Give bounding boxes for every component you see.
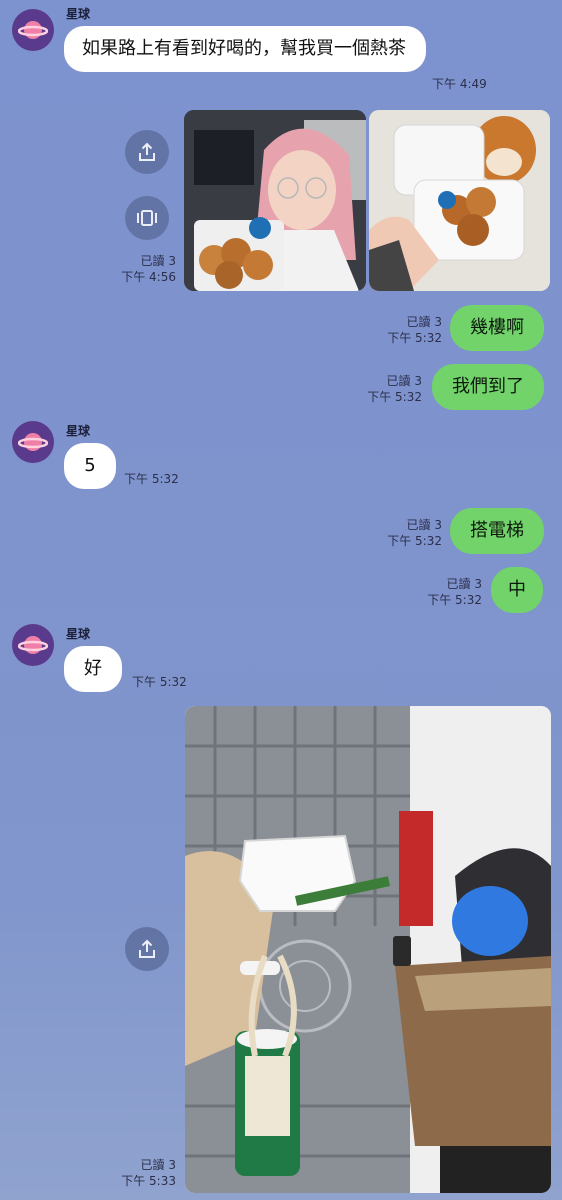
planet-icon (18, 636, 48, 654)
read-receipt: 已讀 3 (406, 518, 442, 532)
share-button[interactable] (125, 130, 169, 174)
album-icon (137, 210, 157, 226)
message-time: 下午 5:33 (121, 1174, 176, 1188)
incoming-message-bubble[interactable]: 5 (64, 443, 116, 489)
incoming-message-bubble[interactable]: 好 (64, 646, 122, 692)
sender-name: 星球 (66, 424, 91, 438)
read-receipt: 已讀 3 (406, 315, 442, 329)
outgoing-message-bubble[interactable]: 搭電梯 (450, 508, 544, 554)
message-time: 下午 5:32 (367, 390, 422, 404)
share-icon (139, 939, 155, 958)
chat-photo-delivery[interactable] (185, 706, 551, 1193)
sender-name: 星球 (66, 7, 91, 21)
outgoing-message-bubble[interactable]: 我們到了 (432, 364, 544, 410)
sender-avatar[interactable] (12, 421, 54, 463)
planet-icon (18, 433, 48, 451)
album-button[interactable] (125, 196, 169, 240)
message-time: 下午 5:32 (387, 331, 442, 345)
outgoing-message-bubble[interactable]: 中 (491, 567, 543, 613)
read-receipt: 已讀 3 (386, 374, 422, 388)
message-time: 下午 4:49 (432, 77, 487, 91)
read-receipt: 已讀 3 (140, 1158, 176, 1172)
sender-avatar[interactable] (12, 624, 54, 666)
sender-avatar[interactable] (12, 9, 54, 51)
read-receipt: 已讀 3 (140, 254, 176, 268)
share-button[interactable] (125, 927, 169, 971)
chat-photo-selfie[interactable] (184, 110, 366, 291)
message-time: 下午 5:32 (124, 472, 179, 486)
chat-photo-snacks[interactable] (369, 110, 550, 291)
planet-icon (18, 21, 48, 39)
message-time: 下午 5:32 (427, 593, 482, 607)
message-time: 下午 5:32 (387, 534, 442, 548)
incoming-message-bubble[interactable]: 如果路上有看到好喝的，幫我買一個熱茶 (64, 26, 426, 72)
message-time: 下午 4:56 (121, 270, 176, 284)
read-receipt: 已讀 3 (446, 577, 482, 591)
sender-name: 星球 (66, 627, 91, 641)
message-time: 下午 5:32 (132, 675, 187, 689)
outgoing-message-bubble[interactable]: 幾樓啊 (450, 305, 544, 351)
share-icon (139, 142, 155, 161)
